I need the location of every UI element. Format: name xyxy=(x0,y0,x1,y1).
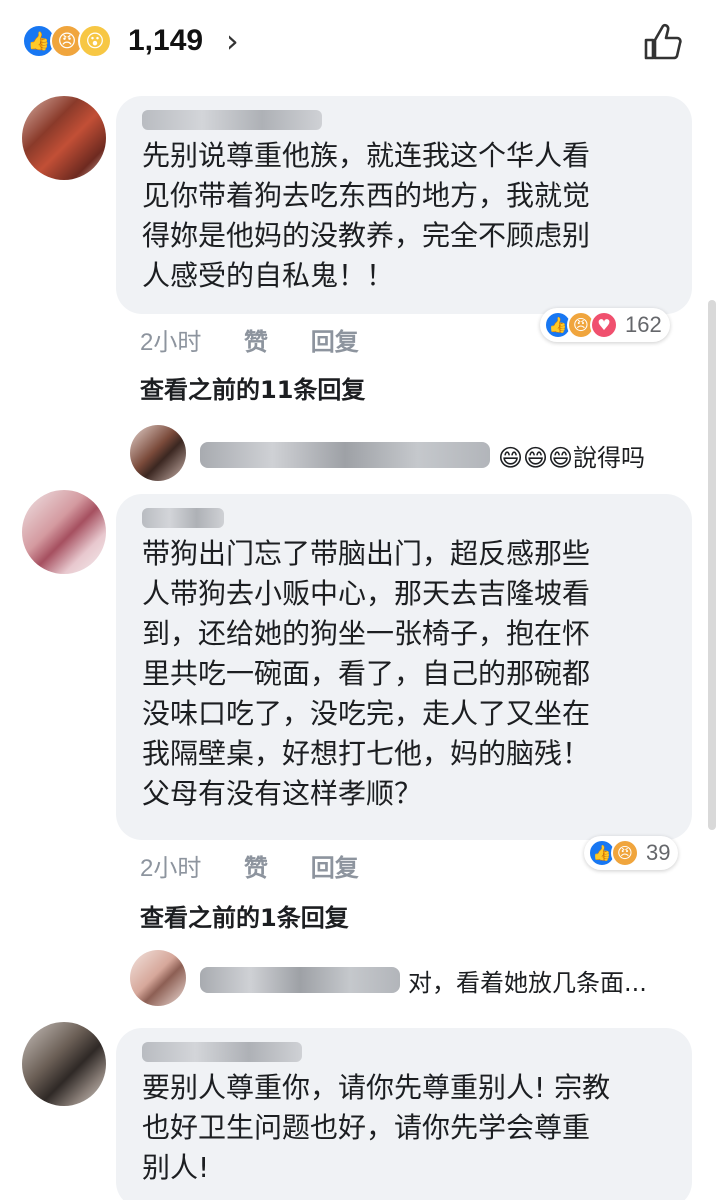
commenter-name-blurred[interactable] xyxy=(142,508,224,528)
comment-meta: 2小时 赞 回复 xyxy=(140,322,359,357)
comment-bubble[interactable]: 带狗出门忘了带脑出门，超反感那些 人带狗去小贩中心，那天去吉隆坡看 到，还给她的… xyxy=(116,494,692,840)
comment-reactions[interactable]: 👍 😠 39 xyxy=(584,836,679,870)
reactions-header[interactable]: 👍 😠 😮 1,149 › xyxy=(0,0,716,88)
reply-name-blurred xyxy=(200,967,400,993)
reply-link[interactable]: 回复 xyxy=(311,855,359,882)
comment-meta: 2小时 赞 回复 xyxy=(140,848,359,883)
comment-time: 2小时 xyxy=(140,329,202,356)
comment-bubble[interactable]: 要别人尊重你，请你先尊重别人! 宗教 也好卫生问题也好，请你先学会尊重 别人! xyxy=(116,1028,692,1200)
reply-snippet: 😄😄😄說得吗 xyxy=(498,443,646,472)
reply-name-blurred xyxy=(200,442,490,468)
commenter-name-blurred[interactable] xyxy=(142,110,322,130)
comment-text: 先别说尊重他族，就连我这个华人看 见你带着狗去吃东西的地方，我就觉 得妳是他妈的… xyxy=(142,139,591,292)
comment-time: 2小时 xyxy=(140,855,202,882)
like-link[interactable]: 赞 xyxy=(244,329,268,356)
avatar[interactable] xyxy=(22,96,106,180)
reply-preview[interactable]: 😄😄😄說得吗 xyxy=(200,435,645,475)
view-previous-replies[interactable]: 查看之前的1条回复 xyxy=(140,898,349,933)
like-link[interactable]: 赞 xyxy=(244,855,268,882)
comment-reaction-count: 162 xyxy=(625,312,662,337)
love-icon: ♥ xyxy=(590,311,618,339)
comment-reactions[interactable]: 👍 😠 ♥ 162 xyxy=(540,308,670,342)
avatar[interactable] xyxy=(22,1022,106,1106)
reply-avatar[interactable] xyxy=(130,425,186,481)
reply-snippet: 对，看着她放几条面... xyxy=(408,968,647,997)
commenter-name-blurred[interactable] xyxy=(142,1042,302,1062)
wow-icon: 😮 xyxy=(78,24,112,58)
scrollbar[interactable] xyxy=(708,300,716,830)
reactions-summary[interactable]: 👍 😠 😮 xyxy=(22,24,112,58)
comment-reaction-count: 39 xyxy=(646,840,671,865)
comment-text: 带狗出门忘了带脑出门，超反感那些 人带狗去小贩中心，那天去吉隆坡看 到，还给她的… xyxy=(142,537,591,810)
reply-avatar[interactable] xyxy=(130,950,186,1006)
view-previous-replies[interactable]: 查看之前的11条回复 xyxy=(140,370,365,405)
avatar[interactable] xyxy=(22,490,106,574)
chevron-right-icon[interactable]: › xyxy=(226,22,239,60)
reaction-count[interactable]: 1,149 xyxy=(128,24,203,58)
like-button-icon[interactable] xyxy=(640,20,684,64)
reply-preview[interactable]: 对，看着她放几条面... xyxy=(200,960,647,1000)
comment-bubble[interactable]: 先别说尊重他族，就连我这个华人看 见你带着狗去吃东西的地方，我就觉 得妳是他妈的… xyxy=(116,96,692,314)
reply-link[interactable]: 回复 xyxy=(311,329,359,356)
comment-text: 要别人尊重你，请你先尊重别人! 宗教 也好卫生问题也好，请你先学会尊重 别人! xyxy=(142,1071,611,1184)
angry-icon: 😠 xyxy=(611,839,639,867)
